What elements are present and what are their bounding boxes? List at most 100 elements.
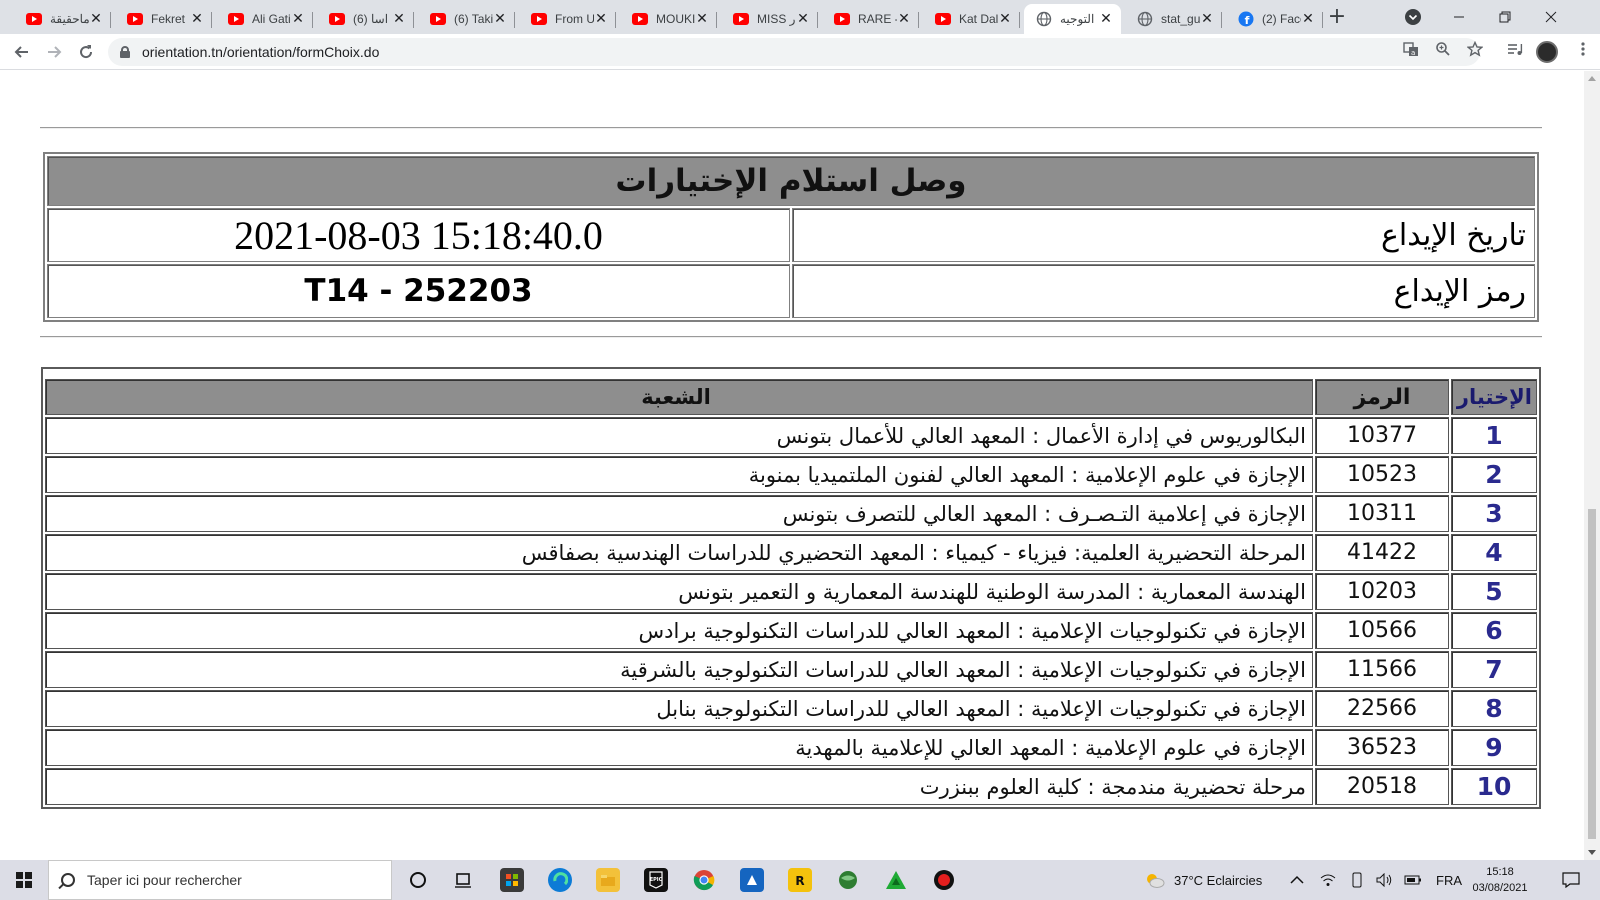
file-explorer-icon[interactable] [596,868,620,892]
globe-app-icon[interactable] [836,868,860,892]
close-tab-icon[interactable]: ✕ [998,11,1012,27]
page-scrollbar[interactable] [1584,71,1600,860]
tab-1[interactable]: Fekret ✕ [115,4,212,34]
tab-separator [413,12,414,28]
browser-toolbar: orientation.tn/orientation/formChoix.do … [0,34,1600,70]
tab-separator [817,12,818,28]
clock-date: 03/08/2021 [1472,882,1528,894]
tab-10[interactable]: التوجيه ✕ [1024,4,1121,34]
tab-6[interactable]: MOUKI ✕ [620,4,717,34]
scroll-up-arrow-icon[interactable] [1588,76,1596,81]
taskbar-search-box[interactable]: Taper ici pour rechercher [48,860,392,900]
weather-text: 37°C Eclaircies [1174,872,1263,888]
close-window-button[interactable] [1528,0,1574,34]
minimize-button[interactable] [1436,0,1482,34]
choice-code: 10523 [1315,456,1449,493]
url-text[interactable]: orientation.tn/orientation/formChoix.do [142,44,379,60]
close-tab-icon[interactable]: ✕ [89,11,103,27]
close-tab-icon[interactable]: ✕ [1200,11,1214,27]
more-menu-icon[interactable] [1574,40,1592,58]
tab-12[interactable]: f (2) Face✕ [1226,4,1323,34]
choice-branch: المرحلة التحضيرية العلمية: فيزياء - كيمي… [45,534,1313,571]
close-tab-icon[interactable]: ✕ [493,11,507,27]
tab-title: (6) Taki [454,12,493,26]
close-tab-icon[interactable]: ✕ [1301,11,1315,27]
choice-number: 6 [1451,612,1537,649]
tab-2[interactable]: Ali Gati ✕ [216,4,313,34]
close-tab-icon[interactable]: ✕ [190,11,204,27]
tab-8[interactable]: RARE - ✕ [822,4,919,34]
media-control-icon[interactable] [1506,40,1524,58]
youtube-icon [834,11,850,27]
close-tab-icon[interactable]: ✕ [392,11,406,27]
reload-button[interactable] [72,38,100,66]
edge-icon[interactable] [548,868,572,892]
youtube-icon [632,11,648,27]
close-tab-icon[interactable]: ✕ [291,11,305,27]
forward-button[interactable] [40,38,68,66]
new-tab-button[interactable]: + [1325,6,1349,30]
profile-avatar[interactable] [1536,41,1558,63]
close-tab-icon[interactable]: ✕ [796,11,810,27]
tab-5[interactable]: From U ✕ [519,4,616,34]
deposit-date-text: 2021-08-03 15:18:40.0 [234,212,603,258]
tab-3[interactable]: (6) اسا ✕ [317,4,414,34]
tab-title: ماحقيقة [50,12,89,26]
notifications-icon[interactable] [1562,860,1580,900]
language-indicator[interactable]: FRA [1436,860,1462,900]
rockstar-launcher-icon[interactable]: R [788,868,812,892]
choice-number: 5 [1451,573,1537,610]
record-app-icon[interactable] [932,868,956,892]
choice-row: 7 11566 الإجازة في تكنولوجيات الإعلامية : … [45,651,1537,688]
bookmark-star-icon[interactable] [1466,40,1484,58]
svg-text:a: a [1411,49,1415,57]
choices-header-row: الإختيار الرمز الشعبة [45,379,1537,415]
tab-title: Fekret [151,12,186,26]
cortana-icon[interactable] [406,868,430,892]
scroll-down-arrow-icon[interactable] [1588,850,1596,855]
address-bar[interactable]: orientation.tn/orientation/formChoix.do [108,38,1480,66]
tab-4[interactable]: (6) Taki ✕ [418,4,515,34]
chevron-down-icon [1405,9,1421,25]
clock[interactable]: 15:18 03/08/2021 [1468,864,1532,896]
epic-games-icon[interactable]: EPIC [644,868,668,892]
weather-widget[interactable]: 37°C Eclaircies [1144,860,1262,900]
scrollbar-thumb[interactable] [1588,509,1596,839]
close-tab-icon[interactable]: ✕ [594,11,608,27]
tray-expand-icon[interactable] [1290,860,1304,900]
close-tab-icon[interactable]: ✕ [897,11,911,27]
close-tab-icon[interactable]: ✕ [695,11,709,27]
choice-row: 1 10377 البكالوريوس في إدارة الأعمال : الم… [45,417,1537,454]
choice-number: 4 [1451,534,1537,571]
app-launcher-icon[interactable] [740,868,764,892]
tab-11[interactable]: stat_gu ✕ [1125,4,1222,34]
tab-search-button[interactable] [1390,0,1436,34]
choice-branch: مرحلة تحضيرية مندمجة : كلية العلوم ببنزر… [45,768,1313,805]
network-icon[interactable] [1320,860,1336,900]
svg-text:EPIC: EPIC [650,877,663,883]
tab-9[interactable]: Kat Dal ✕ [923,4,1020,34]
start-button[interactable] [0,860,48,900]
green-triangle-app-icon[interactable] [884,868,908,892]
restore-button[interactable] [1482,0,1528,34]
tab-7[interactable]: MISS ر ✕ [721,4,818,34]
microsoft-store-icon[interactable] [500,868,524,892]
divider [40,336,1542,338]
choice-branch: الإجازة في إعلامية التـصـرف : المعهد الع… [45,495,1313,532]
close-tab-icon[interactable]: ✕ [1099,11,1113,27]
tab-title: stat_gu [1161,12,1200,26]
translate-icon[interactable]: a [1402,40,1420,58]
volume-icon[interactable] [1376,860,1394,900]
tab-0[interactable]: ماحقيقة ✕ [14,4,111,34]
device-icon[interactable] [1350,860,1364,900]
zoom-icon[interactable] [1434,40,1452,58]
choice-code: 36523 [1315,729,1449,766]
tab-title: Kat Dal [959,12,998,26]
task-view-icon[interactable] [452,868,476,892]
back-button[interactable] [8,38,36,66]
choice-code: 10377 [1315,417,1449,454]
choice-row: 4 41422 المرحلة التحضيرية العلمية: فيزياء … [45,534,1537,571]
battery-icon[interactable] [1404,860,1422,900]
choice-number: 1 [1451,417,1537,454]
chrome-icon[interactable] [692,868,716,892]
